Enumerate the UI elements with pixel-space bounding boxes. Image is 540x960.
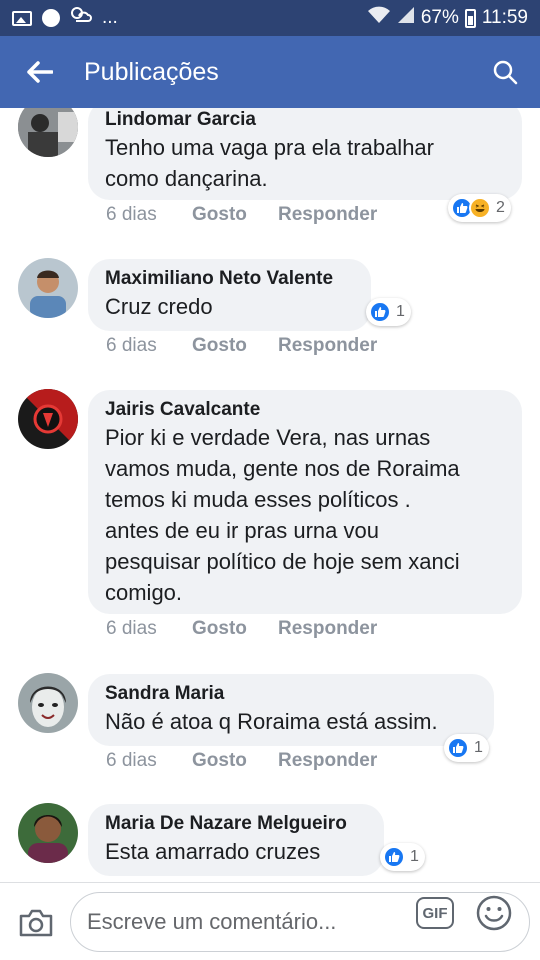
comment-time[interactable]: 6 dias — [106, 204, 192, 226]
emoji-button[interactable] — [476, 895, 512, 931]
weather-icon — [70, 6, 92, 30]
comment-bubble[interactable]: Sandra Maria Não é atoa q Roraima está a… — [88, 674, 494, 746]
comment-text: temos ki muda esses políticos . — [105, 487, 411, 512]
smiley-icon — [476, 895, 512, 931]
comment-bubble[interactable]: Maximiliano Neto Valente Cruz credo — [88, 259, 371, 331]
search-icon — [493, 60, 518, 85]
comment-input[interactable]: Escreve um comentário... — [70, 892, 530, 952]
comment-text: Cruz credo — [105, 294, 213, 319]
status-bar: ... 67% 11:59 — [0, 0, 540, 36]
comment-input-placeholder: Escreve um comentário... — [87, 909, 337, 934]
gif-icon: GIF — [422, 904, 448, 922]
clock: 11:59 — [481, 7, 528, 28]
more-notifications-text: ... — [102, 7, 118, 28]
comments-feed[interactable]: Lindomar Garcia Tenho uma vaga pra ela t… — [0, 108, 540, 882]
comment-time[interactable]: 6 dias — [106, 618, 192, 640]
comment-text: comigo. — [105, 580, 183, 605]
comment-text: Pior ki e verdade Vera, nas urnas — [105, 425, 431, 450]
comment-author[interactable]: Sandra Maria — [105, 682, 476, 706]
reaction-summary[interactable]: 1 — [366, 298, 411, 326]
comment-text: vamos muda, gente nos de Roraima — [105, 456, 460, 481]
reply-button[interactable]: Responder — [278, 335, 377, 357]
avatar[interactable] — [18, 389, 78, 449]
camera-icon — [19, 909, 53, 937]
comment-time[interactable]: 6 dias — [106, 750, 192, 772]
arrow-left-icon — [27, 61, 53, 83]
avatar[interactable] — [18, 803, 78, 863]
gif-button[interactable]: GIF — [416, 897, 454, 929]
comment-bubble[interactable]: Lindomar Garcia Tenho uma vaga pra ela t… — [88, 108, 522, 200]
battery-icon — [464, 8, 476, 28]
notification-icon — [42, 9, 60, 27]
battery-percentage: 67% — [420, 7, 459, 28]
back-button[interactable] — [0, 36, 80, 108]
comment-bubble[interactable]: Jairis Cavalcante Pior ki e verdade Vera… — [88, 390, 522, 614]
reaction-count: 1 — [410, 848, 419, 865]
like-reaction-icon — [369, 301, 391, 323]
like-button[interactable]: Gosto — [192, 750, 278, 772]
comment-time[interactable]: 6 dias — [106, 335, 192, 357]
comment-author[interactable]: Jairis Cavalcante — [105, 398, 504, 422]
status-notifications: ... — [12, 6, 118, 30]
comment-bubble[interactable]: Maria De Nazare Melgueiro Esta amarrado … — [88, 804, 384, 876]
comment-text: antes de eu ir pras urna vou — [105, 518, 379, 543]
comment-meta: 6 dias Gosto Responder — [106, 204, 377, 226]
camera-button[interactable] — [16, 903, 56, 943]
reaction-count: 1 — [474, 739, 483, 756]
reaction-count: 1 — [396, 303, 405, 320]
avatar[interactable] — [18, 673, 78, 733]
reaction-summary[interactable]: 1 — [444, 734, 489, 762]
search-button[interactable] — [470, 36, 540, 108]
comment-composer: Escreve um comentário... GIF — [0, 882, 540, 960]
comment-meta: 6 dias Gosto Responder — [106, 750, 377, 772]
reply-button[interactable]: Responder — [278, 750, 377, 772]
comment-text: Tenho uma vaga pra ela trabalhar — [105, 135, 434, 160]
comment-text: Esta amarrado cruzes — [105, 839, 321, 864]
comment-text: Não é atoa q Roraima está assim. — [105, 709, 438, 734]
page-title: Publicações — [84, 57, 219, 86]
signal-icon — [397, 6, 415, 30]
avatar[interactable] — [18, 108, 78, 157]
app-bar: Publicações — [0, 36, 540, 108]
reaction-summary[interactable]: 2 — [448, 194, 511, 222]
comment-author[interactable]: Lindomar Garcia — [105, 108, 504, 132]
reply-button[interactable]: Responder — [278, 204, 377, 226]
comment-author[interactable]: Maximiliano Neto Valente — [105, 267, 353, 291]
comment-text: pesquisar político de hoje sem xanci — [105, 549, 460, 574]
comment-text: como dançarina. — [105, 166, 268, 191]
like-button[interactable]: Gosto — [192, 335, 278, 357]
image-icon — [12, 10, 32, 26]
comment-meta: 6 dias Gosto Responder — [106, 335, 377, 357]
reaction-count: 2 — [496, 199, 505, 216]
haha-reaction-icon — [469, 197, 491, 219]
comment-meta: 6 dias Gosto Responder — [106, 618, 377, 640]
reply-button[interactable]: Responder — [278, 618, 377, 640]
like-button[interactable]: Gosto — [192, 204, 278, 226]
like-button[interactable]: Gosto — [192, 618, 278, 640]
like-reaction-icon — [447, 737, 469, 759]
wifi-icon — [367, 6, 391, 30]
reaction-summary[interactable]: 1 — [380, 843, 425, 871]
comment-author[interactable]: Maria De Nazare Melgueiro — [105, 812, 366, 836]
avatar[interactable] — [18, 258, 78, 318]
like-reaction-icon — [383, 846, 405, 868]
